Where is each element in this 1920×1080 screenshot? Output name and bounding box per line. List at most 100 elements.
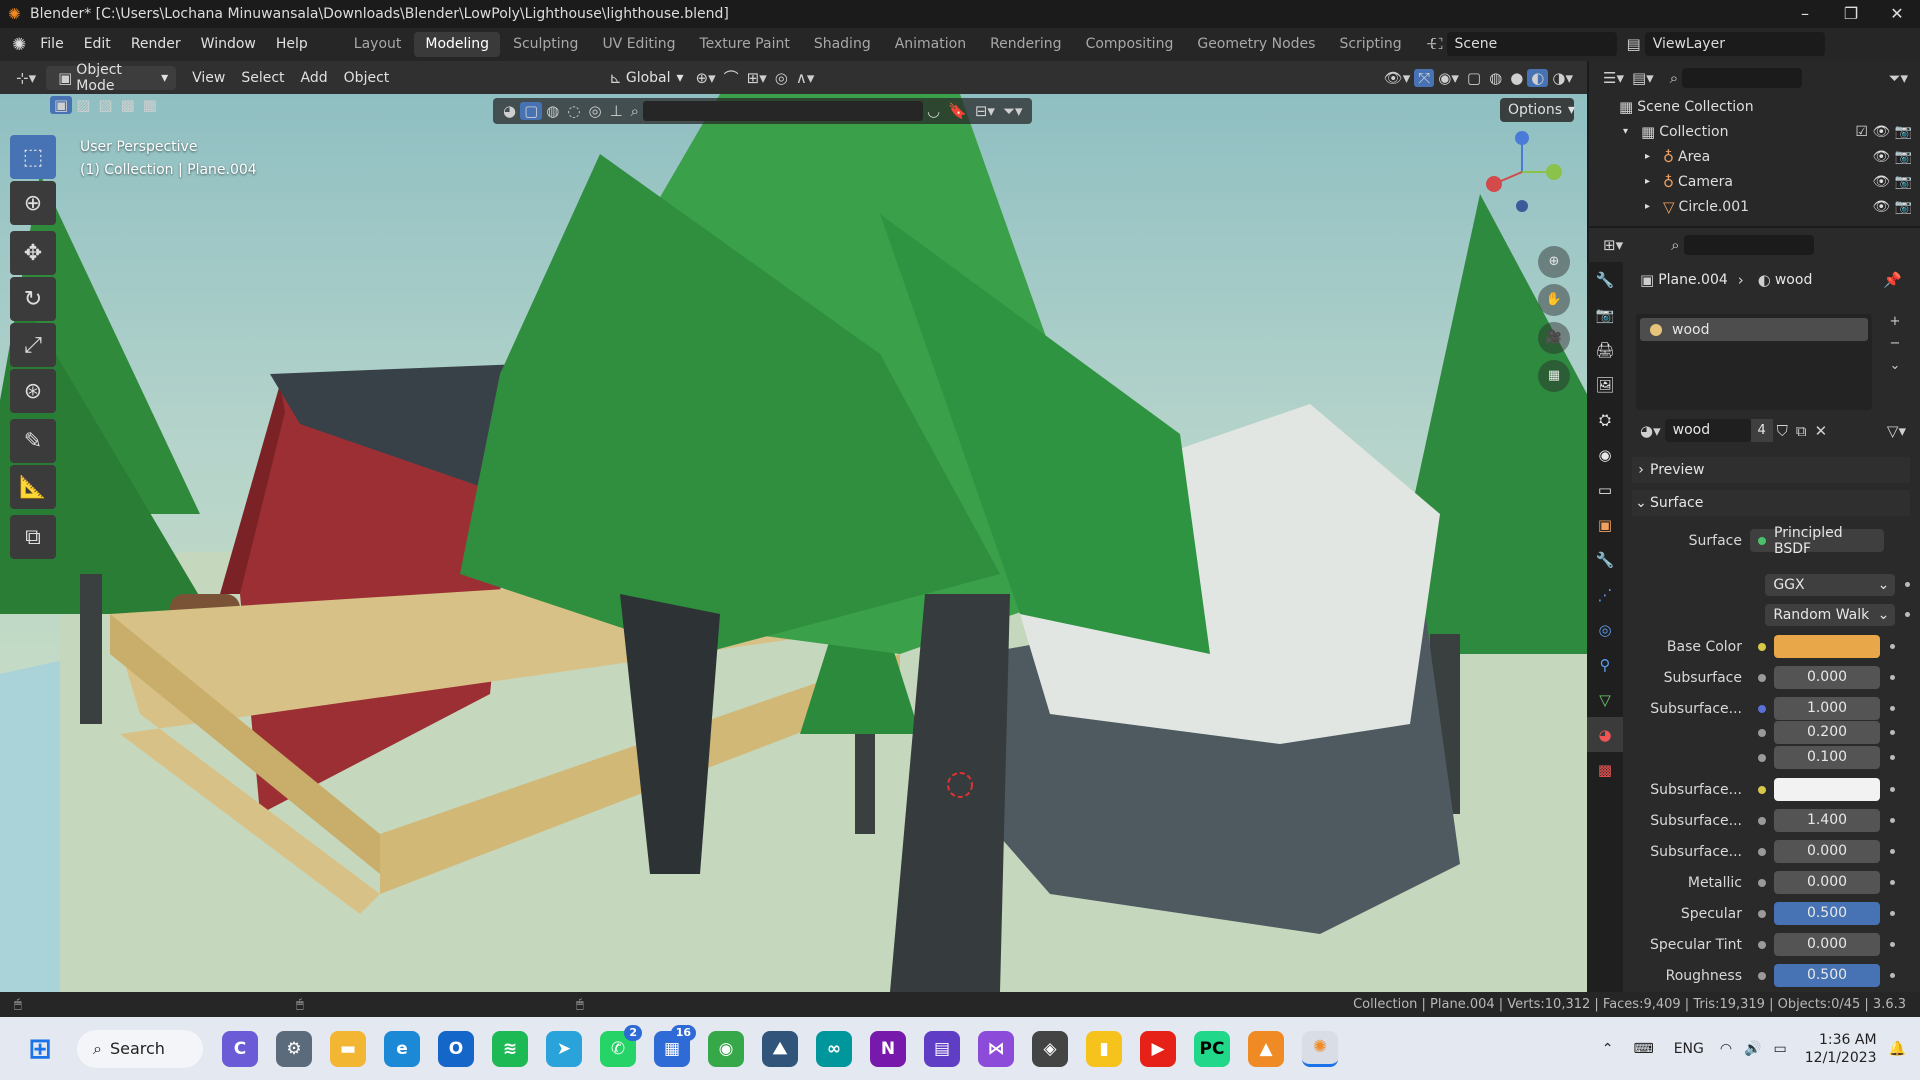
surface-shader-selector[interactable]: Principled BSDF: [1750, 525, 1884, 557]
store-icon[interactable]: ▦ 16: [654, 1024, 696, 1067]
clock[interactable]: 1:36 AM 12/1/2023: [1805, 1031, 1877, 1067]
keyframe-dot-icon[interactable]: [1905, 582, 1910, 587]
collection-tab-icon[interactable]: ▭: [1587, 472, 1623, 507]
slot-link-icon[interactable]: ▽▾: [1883, 422, 1910, 440]
keyframe-dot-icon[interactable]: [1890, 787, 1895, 792]
number-field[interactable]: 0.000: [1774, 871, 1880, 894]
select-intersect-icon[interactable]: ▦: [139, 96, 161, 114]
annotate-tool[interactable]: ✎: [10, 419, 56, 463]
keyframe-dot-icon[interactable]: [1890, 880, 1895, 885]
number-field[interactable]: 0.200: [1774, 721, 1880, 744]
youtube-icon[interactable]: ▶: [1140, 1030, 1176, 1067]
material-tab-icon[interactable]: ◕: [1587, 717, 1623, 752]
pycharm-icon[interactable]: PC: [1194, 1030, 1230, 1067]
keyboard-icon[interactable]: ⌨: [1633, 1041, 1653, 1057]
xray-icon[interactable]: ▢: [1463, 69, 1485, 87]
tab-scripting[interactable]: Scripting: [1328, 32, 1412, 57]
menu-file[interactable]: File: [30, 28, 73, 61]
expand-arrow-icon[interactable]: ▸: [1645, 201, 1659, 212]
color-swatch[interactable]: [1774, 635, 1880, 658]
telegram-icon[interactable]: ➤: [546, 1030, 582, 1067]
windows-start-icon[interactable]: ⊞: [22, 1031, 58, 1067]
unity-icon[interactable]: ◈: [1032, 1030, 1068, 1067]
overlay-icon[interactable]: ◉▾: [1434, 69, 1463, 87]
cursor-tool[interactable]: ⊕: [10, 181, 56, 225]
keyframe-dot-icon[interactable]: [1890, 706, 1895, 711]
color-icon[interactable]: ◕: [499, 102, 520, 120]
number-field[interactable]: 1.000: [1774, 697, 1880, 720]
tab-modeling[interactable]: Modeling: [414, 32, 501, 57]
number-field[interactable]: 0.000: [1774, 666, 1880, 689]
keyframe-dot-icon[interactable]: [1890, 644, 1895, 649]
menu-add[interactable]: Add: [293, 66, 336, 90]
file-explorer-icon[interactable]: ▬: [330, 1030, 366, 1067]
remove-slot-icon[interactable]: −: [1882, 336, 1908, 358]
taskbar-search[interactable]: ⌕ Search: [77, 1029, 203, 1068]
outliner-item-camera[interactable]: ▸ ♁ Camera 👁 📷: [1589, 169, 1920, 194]
select-extend-icon[interactable]: ▨: [72, 96, 94, 114]
wifi-icon[interactable]: ◠: [1720, 1041, 1732, 1057]
rendered-shading-icon[interactable]: ◑▾: [1548, 69, 1577, 87]
visibility-icons[interactable]: 👁 📷: [1872, 199, 1912, 215]
physics-tab-icon[interactable]: ◎: [1587, 612, 1623, 647]
select-invert-icon[interactable]: ▩: [117, 96, 139, 114]
wireframe-shading-icon[interactable]: ◍: [1485, 69, 1506, 87]
keyframe-dot-icon[interactable]: [1890, 973, 1895, 978]
keyframe-dot-icon[interactable]: [1890, 942, 1895, 947]
proportional-edit-icon[interactable]: ◎: [771, 69, 792, 87]
search-icon[interactable]: ⌕: [627, 102, 643, 120]
layout-icon[interactable]: ⊟▾: [971, 102, 999, 120]
render-tab-icon[interactable]: 📷: [1587, 297, 1623, 332]
keyframe-dot-icon[interactable]: [1890, 730, 1895, 735]
keyframe-dot-icon[interactable]: [1905, 612, 1910, 617]
onenote-icon[interactable]: N: [870, 1030, 906, 1067]
scene-selector[interactable]: Scene: [1446, 32, 1617, 56]
number-field[interactable]: 0.000: [1774, 933, 1880, 956]
transform-tool[interactable]: ⊛: [10, 369, 56, 413]
editor-type-icon[interactable]: ⊹▾: [12, 69, 40, 87]
close-button[interactable]: ✕: [1874, 0, 1920, 28]
number-field[interactable]: 0.100: [1774, 746, 1880, 769]
outlook-icon[interactable]: O: [438, 1030, 474, 1067]
add-slot-icon[interactable]: +: [1882, 314, 1908, 336]
maximize-button[interactable]: ❐: [1828, 0, 1874, 28]
minimize-button[interactable]: –: [1782, 0, 1828, 28]
filter-icon[interactable]: ⏷▾: [1884, 69, 1912, 87]
falloff-icon[interactable]: ∧▾: [792, 69, 819, 87]
tool-tab-icon[interactable]: 🔧: [1587, 262, 1623, 297]
world-tab-icon[interactable]: ◉: [1587, 437, 1623, 472]
object-tab-icon[interactable]: ▣: [1587, 507, 1623, 542]
visual-studio-icon[interactable]: ⋈: [978, 1030, 1014, 1067]
material-slot[interactable]: wood: [1640, 318, 1868, 341]
copilot-icon[interactable]: C: [222, 1030, 258, 1067]
menu-view[interactable]: View: [184, 66, 233, 90]
tab-shading[interactable]: Shading: [803, 32, 882, 57]
search-icon[interactable]: ⌕: [1666, 69, 1682, 87]
visibility-icon[interactable]: 👁▾: [1380, 69, 1415, 87]
blender-menu-icon[interactable]: ✺: [8, 35, 30, 55]
viewport-search-input[interactable]: [643, 101, 924, 121]
whatsapp-icon[interactable]: ✆ 2: [600, 1024, 642, 1067]
tab-animation[interactable]: Animation: [884, 32, 977, 57]
particles-tab-icon[interactable]: ⋰: [1587, 577, 1623, 612]
pivot-icon[interactable]: ⊕▾: [692, 69, 720, 87]
view-layer-tab-icon[interactable]: 🖼: [1587, 367, 1623, 402]
media-icon[interactable]: ▤: [924, 1030, 960, 1067]
navigation-gizmo[interactable]: [1478, 126, 1568, 216]
vlc-icon[interactable]: ▲: [1248, 1030, 1284, 1067]
menu-window[interactable]: Window: [191, 28, 266, 61]
zoom-icon[interactable]: ⊕: [1538, 246, 1570, 278]
outliner-collection[interactable]: ▾ ▦ Collection ☑ 👁 📷: [1589, 119, 1920, 144]
duplicate-icon[interactable]: ⧉: [1792, 422, 1811, 440]
unlink-icon[interactable]: ✕: [1811, 422, 1832, 440]
scale-tool[interactable]: ⤢: [10, 323, 56, 367]
notification-icon[interactable]: 🔔: [1889, 1041, 1906, 1057]
tab-layout[interactable]: Layout: [343, 32, 413, 57]
surface-panel-header[interactable]: ⌄ Surface: [1632, 490, 1910, 516]
filter-icon[interactable]: ⏷▾: [999, 102, 1027, 120]
properties-search-input[interactable]: [1683, 235, 1814, 255]
select-box-tool[interactable]: ⬚: [10, 135, 56, 179]
keyframe-dot-icon[interactable]: [1890, 849, 1895, 854]
material-shading-icon[interactable]: ◐: [1527, 68, 1549, 87]
keyframe-dot-icon[interactable]: [1890, 675, 1895, 680]
